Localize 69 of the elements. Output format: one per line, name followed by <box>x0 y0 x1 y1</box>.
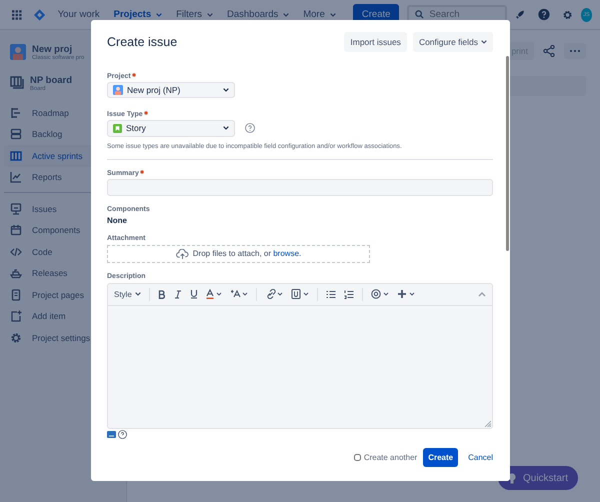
create-another-checkbox[interactable] <box>354 454 361 460</box>
nav-menu-item[interactable]: Projects <box>108 6 168 23</box>
board-icon[interactable] <box>10 75 24 89</box>
numbered-list-icon[interactable] <box>344 290 354 299</box>
page-icon <box>10 288 22 301</box>
collapse-icon[interactable] <box>478 291 486 298</box>
dialog-action-button[interactable]: Import issues <box>344 32 407 52</box>
search-icon <box>415 10 424 19</box>
rich-text-editor[interactable]: Style <box>107 282 493 430</box>
text-format-icon[interactable] <box>230 289 248 300</box>
resize-handle-icon[interactable] <box>485 421 491 428</box>
board-name[interactable]: NP board <box>30 75 72 86</box>
nav-menu-item[interactable]: Filters <box>171 6 218 23</box>
project-avatar-icon <box>113 84 123 95</box>
chevron-down-icon <box>134 292 141 296</box>
roadmap-icon <box>10 106 22 119</box>
cloud-upload-icon <box>176 248 189 259</box>
underline-icon[interactable] <box>190 289 198 300</box>
dialog-action-button[interactable]: Configure fields <box>412 32 493 52</box>
project-avatar-icon <box>10 44 26 60</box>
cancel-link[interactable]: Cancel <box>468 452 493 462</box>
help-icon[interactable] <box>538 7 550 22</box>
chevron-down-icon <box>223 126 229 130</box>
boat-icon <box>10 267 22 280</box>
plus-icon[interactable] <box>396 289 415 300</box>
project-select[interactable]: New proj (NP) <box>107 82 235 98</box>
bold-icon[interactable] <box>158 290 166 299</box>
text-color-icon[interactable] <box>206 289 222 300</box>
scrollbar-thumb[interactable] <box>506 56 509 251</box>
gear-icon <box>10 332 22 344</box>
project-name: New proj <box>32 44 72 55</box>
dialog-title: Create issue <box>107 35 178 49</box>
create-submit-button[interactable]: Create <box>423 448 458 466</box>
search-input[interactable]: Search <box>429 9 500 20</box>
style-dropdown[interactable]: Style <box>114 290 141 299</box>
diamond-logo-icon[interactable] <box>34 8 45 22</box>
backlog-icon <box>10 128 22 140</box>
add-icon <box>10 310 22 322</box>
browse-link[interactable]: browse. <box>273 249 302 258</box>
nav-menu-item[interactable]: More <box>298 6 341 23</box>
story-icon <box>113 124 122 133</box>
components-value: None <box>107 216 127 225</box>
link-icon[interactable] <box>264 289 283 300</box>
code-icon <box>10 246 22 258</box>
monitor-icon <box>10 202 22 215</box>
attachment-hint: Drop files to attach, or browse. <box>192 249 302 258</box>
help-icon[interactable] <box>118 430 127 439</box>
share-icon[interactable] <box>543 45 555 57</box>
mention-icon[interactable] <box>370 289 389 300</box>
bullet-list-icon[interactable] <box>326 290 336 299</box>
issue-type-select[interactable]: Story <box>107 120 235 137</box>
attachment-icon[interactable] <box>290 289 309 300</box>
summary-input-field[interactable] <box>107 178 493 196</box>
markup-mode-icon[interactable] <box>107 431 116 438</box>
quickstart-button[interactable]: Quickstart <box>498 466 578 490</box>
app-grid-icon[interactable] <box>12 8 22 20</box>
checkbox-label: Create another <box>364 452 418 462</box>
more-button[interactable] <box>564 43 586 59</box>
help-icon[interactable] <box>245 123 255 134</box>
italic-icon[interactable] <box>174 290 182 299</box>
chevron-down-icon <box>223 88 229 92</box>
chevron-down-icon <box>481 40 487 44</box>
calendar-icon <box>10 224 22 236</box>
attachment-drop-zone[interactable]: Drop files to attach, or browse. <box>107 244 370 263</box>
nav-menu-item[interactable]: Dashboards <box>222 6 294 23</box>
rocket-icon[interactable] <box>515 8 526 21</box>
nav-menu-item[interactable]: Your work <box>52 6 105 23</box>
chart-icon <box>10 171 22 184</box>
columns-icon <box>10 150 22 162</box>
